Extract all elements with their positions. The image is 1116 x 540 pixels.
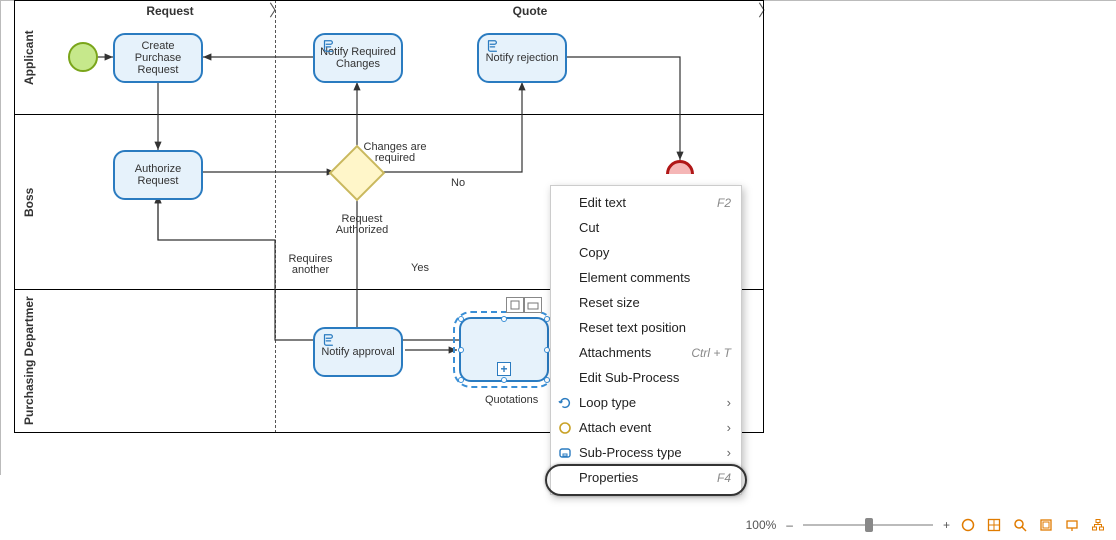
flow-label-yes: Yes [411,263,429,274]
selection-toolbar [506,297,542,313]
presentation-icon[interactable] [1064,517,1080,533]
zoom-out-button[interactable]: – [786,518,793,532]
script-icon [485,39,499,56]
menu-attachments[interactable]: AttachmentsCtrl + T [551,340,741,365]
chevron-right-icon: › [727,445,731,460]
zoom-tool-icon[interactable] [1012,517,1028,533]
chevron-right-icon: › [727,420,731,435]
selection-handle[interactable] [458,316,464,322]
menu-properties[interactable]: PropertiesF4 [551,465,741,490]
flow-label-changes-required: Changes are required [359,142,431,164]
menu-reset-size[interactable]: Reset size [551,290,741,315]
expand-icon[interactable]: + [497,362,511,376]
subprocess-icon [557,445,573,461]
subprocess-quotations[interactable]: + [459,317,549,382]
task-notify-approval[interactable]: Notify approval [313,327,403,377]
menu-copy[interactable]: Copy [551,240,741,265]
selection-handle[interactable] [458,347,464,353]
flow-label-requires-another: Requires another [283,254,338,276]
menu-reset-text-position[interactable]: Reset text position [551,315,741,340]
task-label: Authorize Request [119,163,197,187]
script-icon [321,333,335,350]
structure-icon[interactable] [1090,517,1106,533]
menu-element-comments[interactable]: Element comments [551,265,741,290]
toolbar-btn-2[interactable] [524,297,542,313]
slider-thumb[interactable] [865,518,873,532]
task-authorize-request[interactable]: Authorize Request [113,150,203,200]
script-icon [321,39,335,56]
chevron-right-icon: › [727,395,731,410]
context-menu: Edit textF2 Cut Copy Element comments Re… [550,185,742,495]
zoom-slider[interactable] [803,515,933,535]
lane-label-applicant: Applicant [15,1,43,114]
menu-edit-subprocess[interactable]: Edit Sub-Process [551,365,741,390]
task-create-purchase-request[interactable]: Create Purchase Request [113,33,203,83]
selection-handle[interactable] [501,377,507,383]
zoom-value: 100% [746,518,777,532]
lane-label-purchasing: Purchasing Departmer [15,290,43,432]
menu-subprocess-type[interactable]: Sub-Process type› [551,440,741,465]
diagram-canvas[interactable]: Request Quote 〉 〉 Applicant Boss Purchas… [0,0,1116,540]
start-event[interactable] [68,42,98,72]
status-bar: 100% – + [0,510,1116,540]
flow-label-request-authorized: Request Authorized [332,214,392,236]
fit-page-icon[interactable] [1038,517,1054,533]
loop-icon [557,395,573,411]
menu-attach-event[interactable]: Attach event› [551,415,741,440]
selection-handle[interactable] [501,316,507,322]
check-spelling-icon[interactable] [960,517,976,533]
lane-label-boss: Boss [15,115,43,289]
task-label: Create Purchase Request [119,40,197,76]
menu-loop-type[interactable]: Loop type› [551,390,741,415]
selection-handle[interactable] [458,377,464,383]
task-notify-rejection[interactable]: Notify rejection [477,33,567,83]
zoom-in-button[interactable]: + [943,518,950,532]
subprocess-label: Quotations [485,395,538,406]
menu-cut[interactable]: Cut [551,215,741,240]
toolbar-btn-1[interactable] [506,297,524,313]
flow-label-no: No [451,178,465,189]
event-icon [557,420,573,436]
task-notify-required-changes[interactable]: Notify Required Changes [313,33,403,83]
menu-edit-text[interactable]: Edit textF2 [551,190,741,215]
grid-icon[interactable] [986,517,1002,533]
